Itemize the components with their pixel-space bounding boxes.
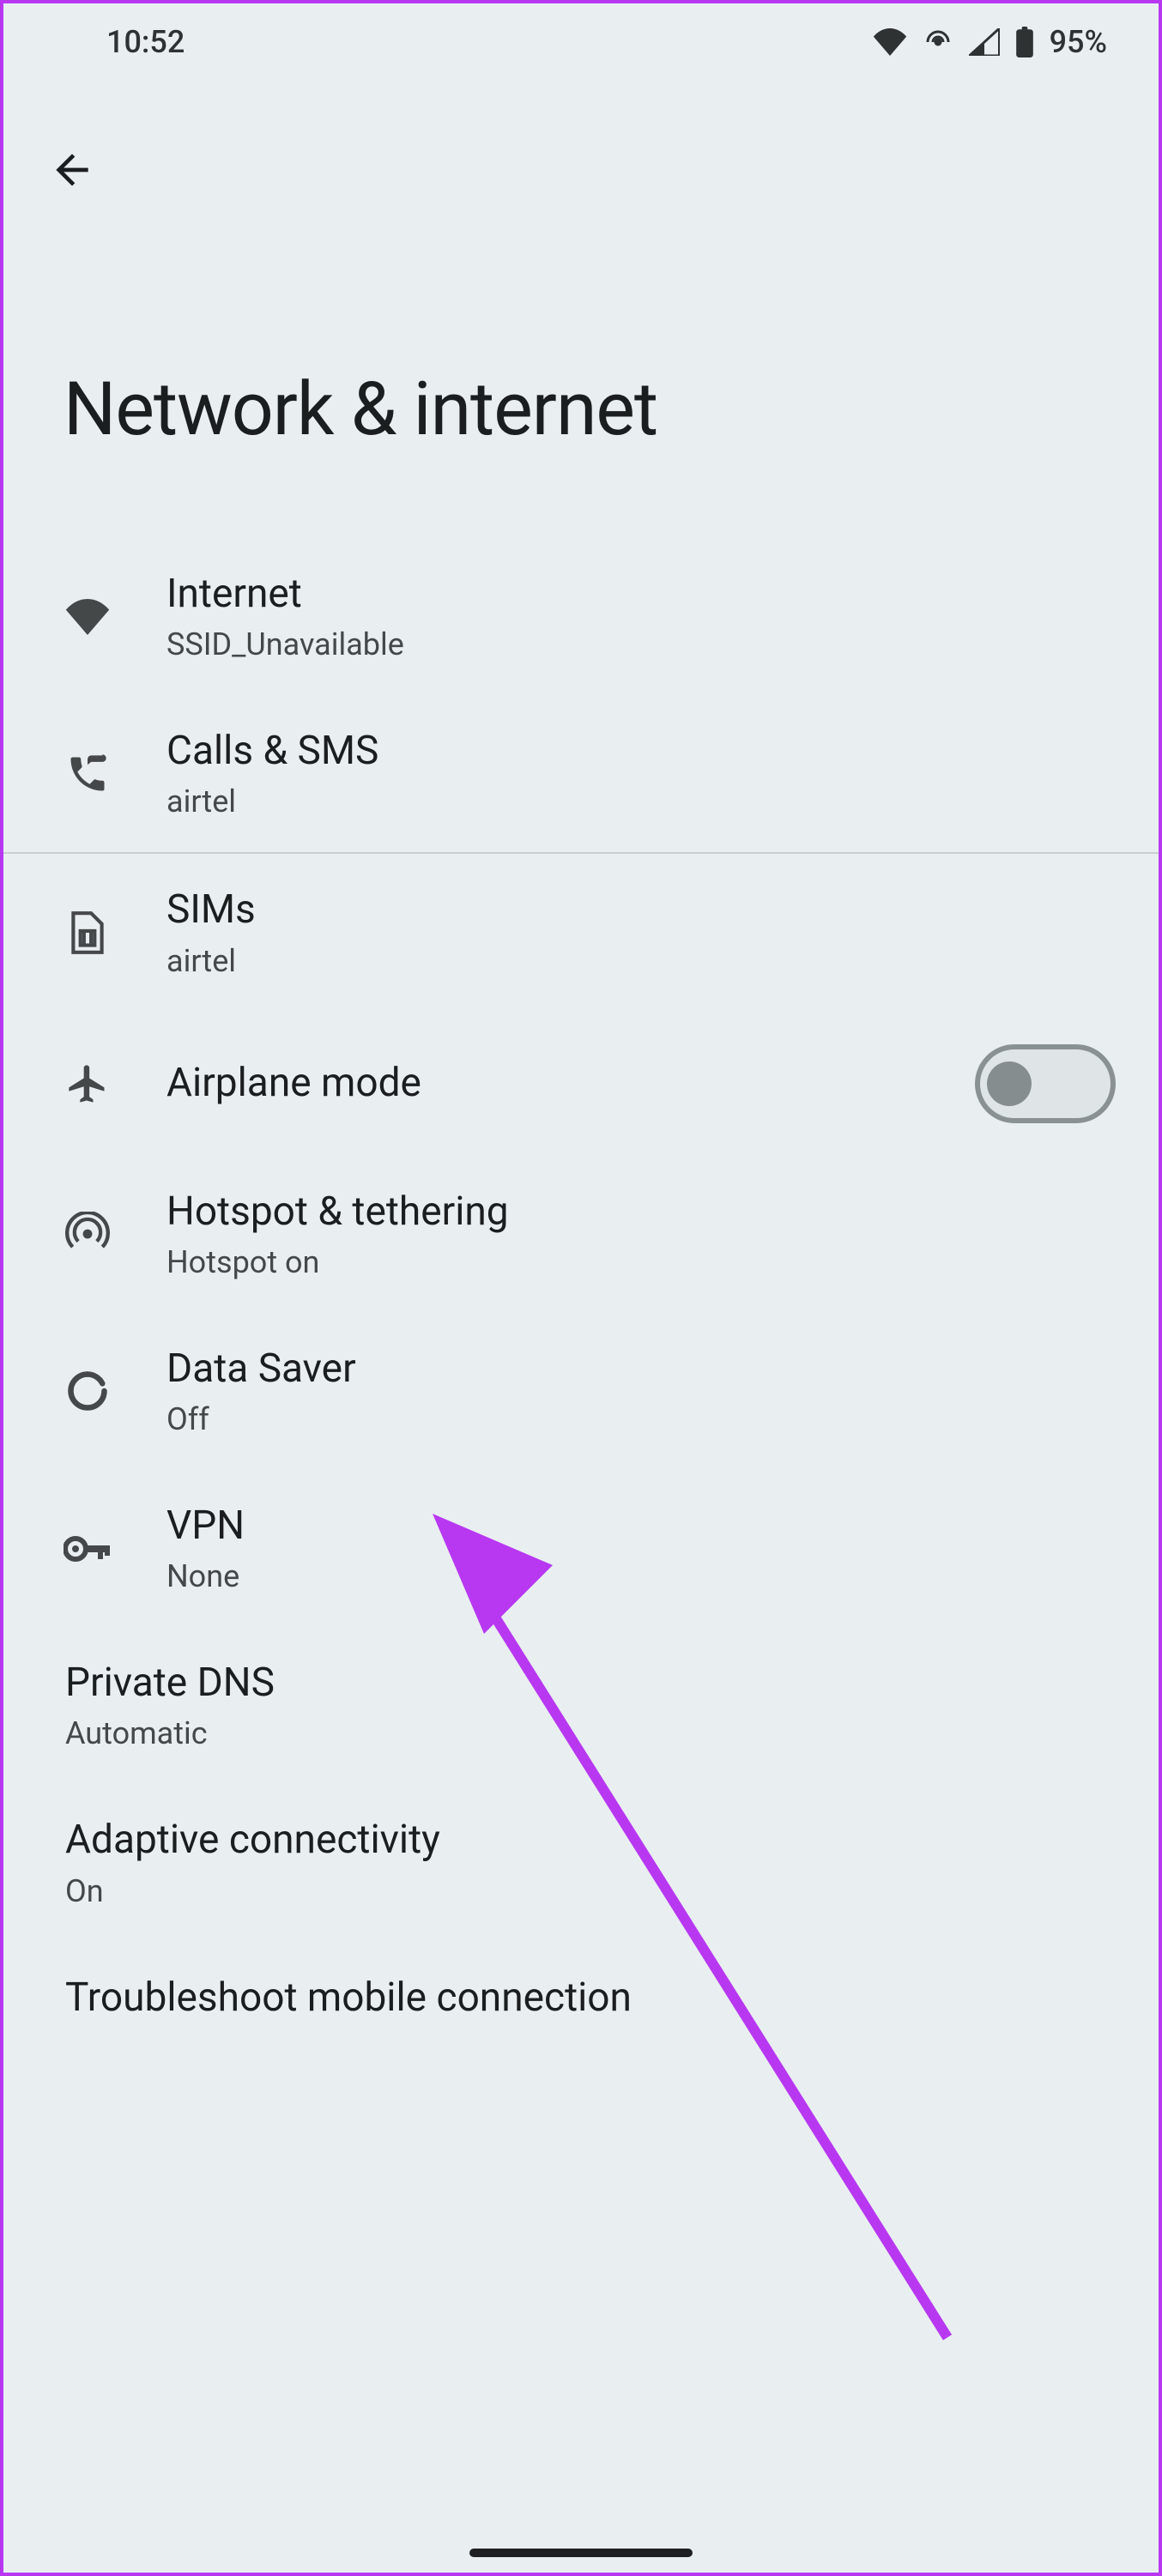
navigation-handle[interactable] (469, 2549, 693, 2557)
back-button[interactable] (3, 115, 141, 228)
airplane-icon (64, 1060, 112, 1108)
item-title: Internet (166, 571, 1116, 618)
item-subtitle: On (65, 1873, 1116, 1909)
item-title: Troubleshoot mobile connection (65, 1974, 1116, 2022)
item-title: SIMs (166, 886, 1116, 934)
sim-card-icon (64, 909, 112, 957)
arrow-back-icon (48, 146, 96, 194)
wifi-icon (64, 593, 112, 641)
phone-message-icon (64, 750, 112, 798)
item-title: Adaptive connectivity (65, 1817, 1116, 1864)
hotspot-status-icon (923, 27, 953, 57)
battery-percent: 95% (1050, 24, 1107, 60)
item-subtitle: Hotspot on (166, 1244, 1116, 1280)
item-title: Airplane mode (166, 1060, 975, 1107)
item-title: VPN (166, 1503, 1116, 1550)
settings-item-internet[interactable]: Internet SSID_Unavailable (3, 538, 1159, 695)
item-subtitle: SSID_Unavailable (166, 626, 1116, 662)
item-title: Private DNS (65, 1660, 1116, 1707)
settings-item-sims[interactable]: SIMs airtel (3, 854, 1159, 1011)
settings-item-adaptive-connectivity[interactable]: Adaptive connectivity On (3, 1784, 1159, 1941)
airplane-mode-toggle[interactable] (975, 1044, 1116, 1123)
hotspot-icon (64, 1210, 112, 1258)
data-saver-icon (64, 1367, 112, 1415)
settings-list: Internet SSID_Unavailable Calls & SMS ai… (3, 538, 1159, 2022)
status-time: 10:52 (106, 24, 185, 60)
wifi-icon (873, 28, 907, 56)
settings-item-private-dns[interactable]: Private DNS Automatic (3, 1627, 1159, 1784)
toggle-knob (987, 1061, 1032, 1106)
settings-item-data-saver[interactable]: Data Saver Off (3, 1313, 1159, 1470)
item-subtitle: airtel (166, 943, 1116, 979)
item-subtitle: Off (166, 1401, 1116, 1437)
item-subtitle: airtel (166, 783, 1116, 819)
page-title: Network & internet (3, 228, 1159, 538)
item-subtitle: Automatic (65, 1715, 1116, 1751)
item-title: Calls & SMS (166, 728, 1116, 775)
item-title: Data Saver (166, 1345, 1116, 1393)
settings-item-calls-sms[interactable]: Calls & SMS airtel (3, 695, 1159, 852)
status-icons: 95% (873, 24, 1107, 60)
settings-item-airplane-mode[interactable]: Airplane mode (3, 1012, 1159, 1156)
item-subtitle: None (166, 1558, 1116, 1594)
settings-item-vpn[interactable]: VPN None (3, 1470, 1159, 1627)
settings-item-hotspot-tethering[interactable]: Hotspot & tethering Hotspot on (3, 1156, 1159, 1313)
item-title: Hotspot & tethering (166, 1188, 1116, 1236)
settings-item-troubleshoot[interactable]: Troubleshoot mobile connection (3, 1942, 1159, 2022)
cellular-signal-icon (969, 28, 1000, 56)
status-bar: 10:52 95% (3, 3, 1159, 81)
battery-icon (1015, 27, 1034, 57)
vpn-key-icon (64, 1525, 112, 1573)
